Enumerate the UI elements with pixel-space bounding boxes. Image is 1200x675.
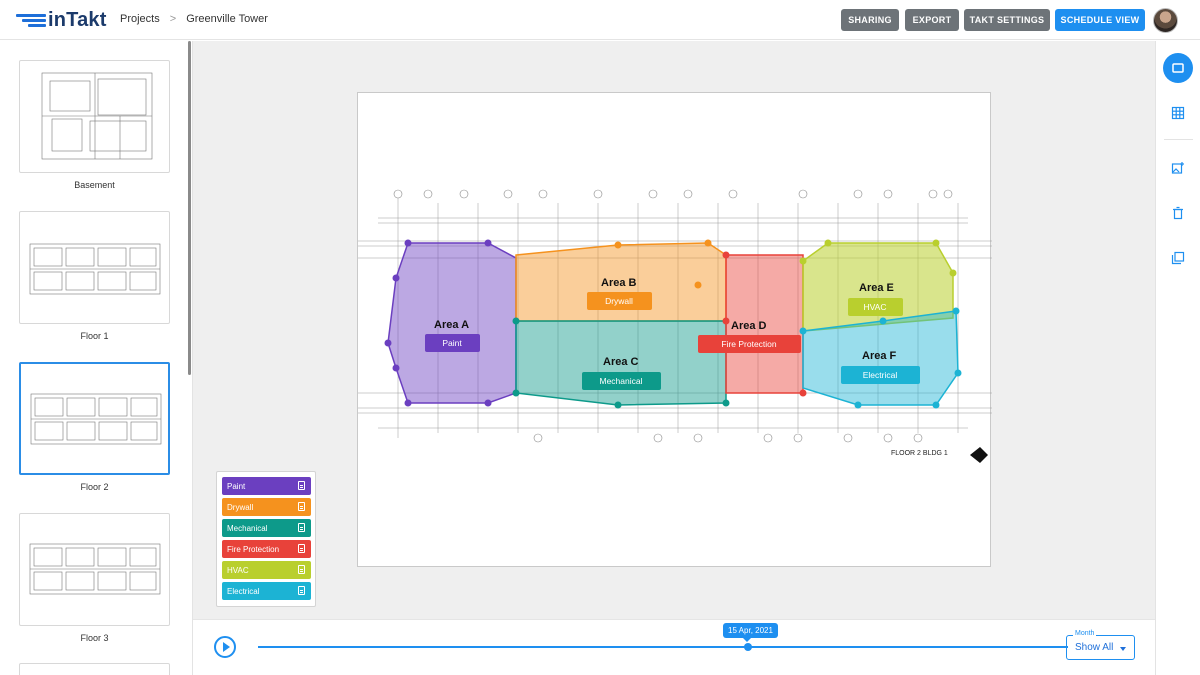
legend-item-electrical[interactable]: Electrical	[222, 582, 311, 600]
trade-legend: Paint Drywall Mechanical Fire Protection…	[216, 471, 316, 607]
area-f-label: Area F	[862, 350, 897, 362]
document-icon[interactable]	[298, 481, 305, 490]
document-icon[interactable]	[298, 586, 305, 595]
delete-button[interactable]	[1163, 198, 1193, 228]
logo-mark-icon	[14, 12, 46, 30]
play-icon[interactable]	[214, 636, 236, 658]
plan-canvas: Area A Area B Area C Area D Area E Area …	[193, 41, 1155, 619]
legend-item-drywall[interactable]: Drywall	[222, 498, 311, 516]
month-filter-value: Show All	[1075, 642, 1114, 653]
floor-thumbnail-basement[interactable]	[19, 60, 170, 173]
legend-label: Paint	[227, 481, 246, 491]
copy-button[interactable]	[1163, 243, 1193, 273]
area-d-trade-tag[interactable]: Fire Protection	[721, 339, 777, 349]
legend-item-paint[interactable]: Paint	[222, 477, 311, 495]
export-button[interactable]: EXPORT	[905, 9, 959, 31]
floor-label: Floor 2	[80, 482, 109, 492]
area-e-trade-tag[interactable]: HVAC	[864, 302, 887, 312]
blueprint-thumbnail-image	[29, 243, 161, 295]
breadcrumb-separator: >	[169, 13, 177, 25]
schedule-view-button[interactable]: SCHEDULE VIEW	[1055, 9, 1145, 31]
legend-item-fire-protection[interactable]: Fire Protection	[222, 540, 311, 558]
area-a-label: Area A	[434, 319, 469, 331]
user-avatar[interactable]	[1153, 8, 1178, 33]
breadcrumb: Projects > Greenville Tower	[120, 13, 268, 25]
floor-label: Floor 1	[80, 331, 109, 341]
intakt-logo[interactable]: inTakt	[14, 9, 107, 32]
sharing-button[interactable]: SHARING	[841, 9, 899, 31]
legend-item-hvac[interactable]: HVAC	[222, 561, 311, 579]
area-e-label: Area E	[859, 282, 894, 294]
area-c-label: Area C	[603, 356, 639, 368]
document-icon[interactable]	[298, 523, 305, 532]
document-icon[interactable]	[298, 565, 305, 574]
north-arrow-icon	[970, 447, 988, 463]
floor-thumbnail-next[interactable]	[19, 663, 170, 675]
document-icon[interactable]	[298, 502, 305, 511]
area-a-trade-tag[interactable]: Paint	[442, 338, 462, 348]
document-icon[interactable]	[298, 544, 305, 553]
add-image-icon	[1171, 162, 1184, 174]
legend-item-mechanical[interactable]: Mechanical	[222, 519, 311, 537]
area-d-label: Area D	[731, 320, 767, 332]
single-view-icon	[1172, 63, 1184, 73]
app-header: inTakt Projects > Greenville Tower SHARI…	[0, 0, 1200, 40]
grid-view-button[interactable]	[1163, 98, 1193, 128]
schedule-timeline: 15 Apr, 2021 Month Show All	[193, 619, 1155, 675]
copy-icon	[1171, 251, 1185, 265]
area-b-label: Area B	[601, 277, 637, 289]
legend-label: Fire Protection	[227, 544, 280, 554]
floor-label: Basement	[74, 180, 115, 190]
floor-thumbnail-floor-1[interactable]	[19, 211, 170, 324]
timeline-slider-handle[interactable]	[744, 643, 752, 651]
blueprint-thumbnail-image	[41, 72, 153, 160]
sheet-title: FLOOR 2 BLDG 1	[891, 450, 948, 457]
timeline-track[interactable]	[258, 646, 1068, 648]
floor-plan-drawing: Area A Area B Area C Area D Area E Area …	[358, 189, 992, 463]
blueprint-thumbnail-image	[30, 393, 162, 445]
area-f-trade-tag[interactable]: Electrical	[863, 370, 898, 380]
delete-icon	[1173, 206, 1183, 220]
legend-label: Electrical	[227, 586, 260, 596]
takt-settings-button[interactable]: TAKT SETTINGS	[964, 9, 1050, 31]
legend-label: Drywall	[227, 502, 254, 512]
blueprint-thumbnail-image	[29, 543, 161, 595]
single-view-button[interactable]	[1163, 53, 1193, 83]
timeline-date-bubble: 15 Apr, 2021	[723, 623, 778, 642]
floor-label: Floor 3	[80, 633, 109, 643]
floor-thumbnail-floor-3[interactable]	[19, 513, 170, 626]
legend-label: HVAC	[227, 565, 249, 575]
legend-label: Mechanical	[227, 523, 268, 533]
breadcrumb-current-project: Greenville Tower	[186, 13, 268, 25]
month-filter-select[interactable]: Month Show All	[1066, 630, 1135, 660]
floor-sidebar: Basement Floor 1 Floor 2 Floor 3	[0, 41, 193, 675]
floor-thumbnail-floor-2[interactable]	[19, 362, 170, 475]
logo-text: inTakt	[48, 9, 107, 31]
month-filter-label: Month	[1073, 630, 1097, 637]
area-b-trade-tag[interactable]: Drywall	[605, 296, 633, 306]
breadcrumb-projects[interactable]: Projects	[120, 13, 160, 25]
rail-divider	[1164, 139, 1193, 140]
tool-rail	[1155, 41, 1200, 675]
floor-plan-sheet[interactable]: Area A Area B Area C Area D Area E Area …	[357, 92, 992, 567]
chevron-down-icon	[1120, 647, 1126, 651]
grid-view-icon	[1171, 106, 1185, 120]
area-c-trade-tag[interactable]: Mechanical	[600, 376, 643, 386]
sidebar-scrollbar[interactable]	[188, 41, 191, 375]
add-image-button[interactable]	[1163, 153, 1193, 183]
